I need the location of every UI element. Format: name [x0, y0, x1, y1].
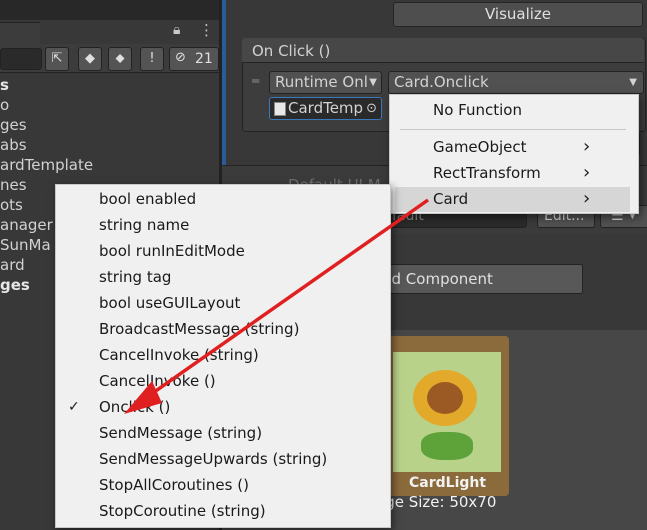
annotation-arrow: [124, 198, 430, 414]
